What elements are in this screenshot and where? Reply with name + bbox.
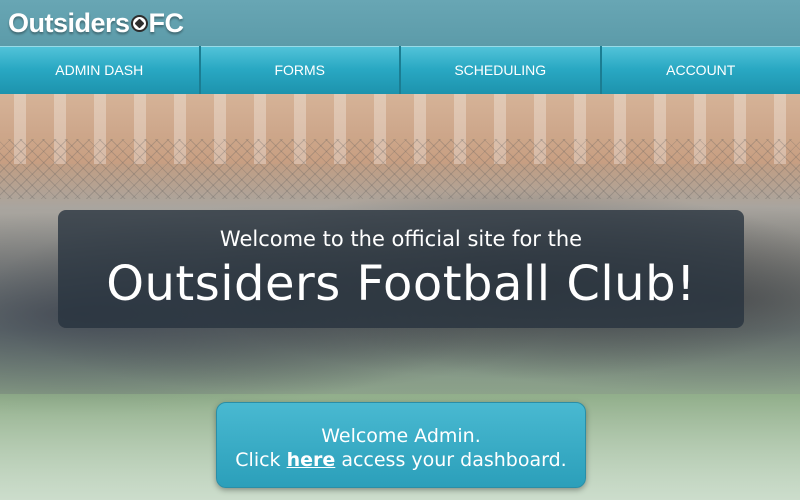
prompt-text-before: Click: [235, 449, 281, 471]
logo-text: Outsiders: [8, 7, 130, 38]
nav-scheduling[interactable]: SCHEDULING: [401, 46, 602, 94]
welcome-subtitle: Welcome to the official site for the: [219, 227, 583, 251]
nav-account[interactable]: ACCOUNT: [601, 46, 800, 94]
nav-forms[interactable]: FORMS: [200, 46, 401, 94]
prompt-text-after: access your dashboard.: [341, 449, 567, 471]
top-header: Outsiders FC: [0, 0, 800, 46]
site-logo[interactable]: Outsiders FC: [8, 4, 184, 42]
admin-welcome-card: Welcome Admin. Click here access your da…: [216, 402, 586, 488]
welcome-banner: Welcome to the official site for the Out…: [58, 210, 744, 328]
dashboard-link[interactable]: here: [287, 449, 336, 471]
logo-text-fc: FC: [148, 7, 185, 38]
soccer-ball-icon: [130, 14, 148, 32]
nav-admin-dash[interactable]: ADMIN DASH: [0, 46, 201, 94]
main-nav: ADMIN DASH FORMS SCHEDULING ACCOUNT: [0, 46, 800, 94]
dashboard-prompt: Click here access your dashboard.: [217, 449, 585, 471]
admin-greeting: Welcome Admin.: [321, 425, 481, 447]
club-title: Outsiders Football Club!: [106, 256, 696, 312]
